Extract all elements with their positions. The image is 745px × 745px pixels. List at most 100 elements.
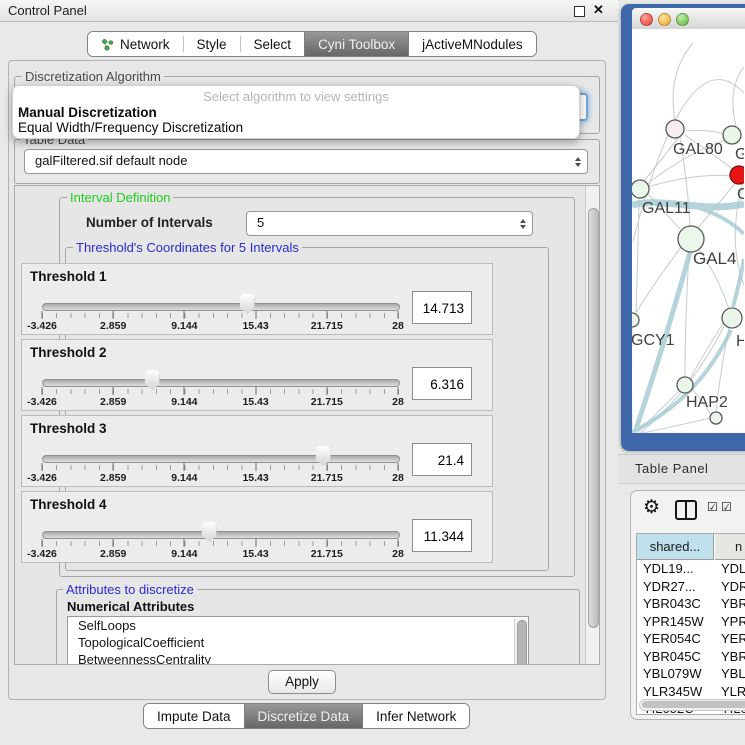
network-window-titlebar[interactable] [632, 8, 745, 30]
tab-infer-network[interactable]: Infer Network [363, 704, 469, 728]
list-scrollbar[interactable] [514, 618, 527, 665]
slider-thumb[interactable] [145, 370, 160, 390]
tab-impute-data[interactable]: Impute Data [144, 704, 244, 728]
list-item[interactable]: SelfLoops [68, 617, 528, 634]
cell[interactable]: YDR2 [721, 579, 745, 594]
tick-label: 9.144 [171, 320, 197, 332]
slider-track[interactable] [42, 455, 400, 463]
slider-track[interactable] [42, 531, 400, 539]
node-hap2[interactable] [677, 377, 693, 393]
cell[interactable]: YBR045C [643, 649, 715, 664]
settings-vertical-scrollbar[interactable] [585, 186, 600, 664]
cell[interactable]: YBL0 [721, 666, 745, 681]
tab-discretize-data[interactable]: Discretize Data [244, 704, 364, 728]
scrollbar-thumb[interactable] [588, 208, 599, 628]
network-icon [101, 38, 114, 51]
threshold-4-slider[interactable]: -3.426 2.859 9.144 15.43 21.715 28 [42, 522, 398, 560]
tab-select-label: Select [254, 37, 292, 52]
algorithm-option-manual[interactable]: Manual Discretization [16, 105, 576, 120]
threshold-4-value-field[interactable]: 11.344 [412, 519, 472, 552]
threshold-3-slider[interactable]: -3.426 2.859 9.144 15.43 21.715 28 [42, 446, 398, 484]
cell[interactable]: YER0 [721, 631, 745, 646]
node-gcy1[interactable] [632, 313, 639, 327]
tab-style[interactable]: Style [184, 32, 240, 56]
numerical-attributes-list[interactable]: SelfLoops TopologicalCoefficient Between… [67, 616, 529, 665]
cell[interactable]: YLR345W [643, 684, 715, 699]
close-window-icon[interactable] [640, 13, 653, 26]
node-h[interactable] [722, 308, 742, 328]
minimize-window-icon[interactable] [658, 13, 671, 26]
node-small[interactable] [710, 412, 722, 424]
slider-thumb[interactable] [316, 446, 331, 466]
network-view-window[interactable]: GAL80 GA C GAL11 GAL4 GCY1 H HAP2 [621, 4, 745, 451]
node-gal80[interactable] [666, 120, 684, 138]
slider-track[interactable] [42, 303, 400, 311]
threshold-3-value-field[interactable]: 21.4 [412, 443, 472, 476]
node-label: GCY1 [632, 332, 675, 349]
cell[interactable]: YPR1 [721, 614, 745, 629]
tab-cyni-toolbox[interactable]: Cyni Toolbox [304, 32, 409, 56]
list-item[interactable]: BetweennessCentrality [68, 651, 528, 665]
table-data-combo[interactable]: galFiltered.sif default node [24, 149, 588, 174]
control-panel-title: Control Panel [8, 3, 87, 18]
tick-label: 21.715 [311, 396, 343, 408]
table-data-combo-value: galFiltered.sif default node [35, 150, 565, 172]
checkbox-icon[interactable]: ☑ [721, 500, 732, 514]
column-header-name[interactable]: n [715, 534, 745, 560]
slider-thumb[interactable] [202, 522, 217, 542]
table-row[interactable]: YBR045C YBR0 [637, 649, 745, 667]
apply-button[interactable]: Apply [268, 670, 336, 694]
table-row[interactable]: YBR043C YBR0 [637, 596, 745, 614]
list-item[interactable]: TopologicalCoefficient [68, 634, 528, 651]
cell[interactable]: YDL1 [721, 561, 745, 576]
cell[interactable]: YDR27... [643, 579, 715, 594]
discretization-algorithm-group-title: Discretization Algorithm [22, 69, 164, 84]
algorithm-option-equal-width[interactable]: Equal Width/Frequency Discretization [16, 120, 576, 135]
tab-jactivemnodules[interactable]: jActiveMNodules [409, 32, 536, 56]
network-canvas[interactable]: GAL80 GA C GAL11 GAL4 GCY1 H HAP2 [632, 29, 745, 433]
num-intervals-combo[interactable]: 5 [246, 211, 533, 236]
tick-label: -3.426 [27, 320, 57, 332]
cell[interactable]: YPR145W [643, 614, 715, 629]
cell[interactable]: YBR0 [721, 649, 745, 664]
threshold-2-slider[interactable]: -3.426 2.859 9.144 15.43 21.715 28 [42, 370, 398, 408]
tab-network[interactable]: Network [88, 32, 183, 56]
threshold-1-value-field[interactable]: 14.713 [412, 291, 472, 324]
threshold-2-value-field[interactable]: 6.316 [412, 367, 472, 400]
node-ga[interactable] [723, 126, 741, 144]
table-row[interactable]: YER054C YER0 [637, 631, 745, 649]
table-horizontal-scrollbar[interactable] [639, 699, 745, 711]
column-header-shared[interactable]: shared... [637, 534, 714, 560]
num-intervals-label: Number of Intervals [86, 215, 213, 230]
cell[interactable]: YLR3 [721, 684, 745, 699]
node-selected-red[interactable] [730, 166, 744, 184]
cell[interactable]: YBL079W [643, 666, 715, 681]
float-panel-icon[interactable] [574, 6, 585, 17]
cell[interactable]: YBR043C [643, 596, 715, 611]
tab-cyni-toolbox-label: Cyni Toolbox [318, 37, 395, 52]
threshold-1-slider[interactable]: -3.426 2.859 9.144 15.43 21.715 28 [42, 294, 398, 332]
control-panel-titlebar: Control Panel ✕ [0, 0, 618, 22]
cell[interactable]: YBR0 [721, 596, 745, 611]
table-panel-titlebar: Table Panel [618, 454, 745, 484]
tab-select[interactable]: Select [241, 32, 305, 56]
tick-label: 21.715 [311, 320, 343, 332]
gear-icon[interactable]: ⚙ [643, 496, 660, 519]
tick-label: -3.426 [27, 472, 57, 484]
checkbox-icon[interactable]: ☑ [707, 500, 718, 514]
table-panel-title: Table Panel [635, 461, 708, 476]
bottom-tab-strip: Impute Data Discretize Data Infer Networ… [143, 703, 470, 729]
cell[interactable]: YER054C [643, 631, 715, 646]
close-panel-icon[interactable]: ✕ [593, 2, 604, 18]
slider-thumb[interactable] [240, 294, 255, 314]
table-row[interactable]: YPR145W YPR1 [637, 614, 745, 632]
tick-label: 2.859 [100, 472, 126, 484]
table-row[interactable]: YDR27... YDR2 [637, 579, 745, 597]
table-row[interactable]: YDL19... YDL1 [637, 561, 745, 579]
node-gal11[interactable] [632, 180, 649, 198]
cell[interactable]: YDL19... [643, 561, 715, 576]
table-row[interactable]: YBL079W YBL0 [637, 666, 745, 684]
slider-track[interactable] [42, 379, 400, 387]
zoom-window-icon[interactable] [676, 13, 689, 26]
split-columns-icon[interactable] [675, 500, 697, 520]
